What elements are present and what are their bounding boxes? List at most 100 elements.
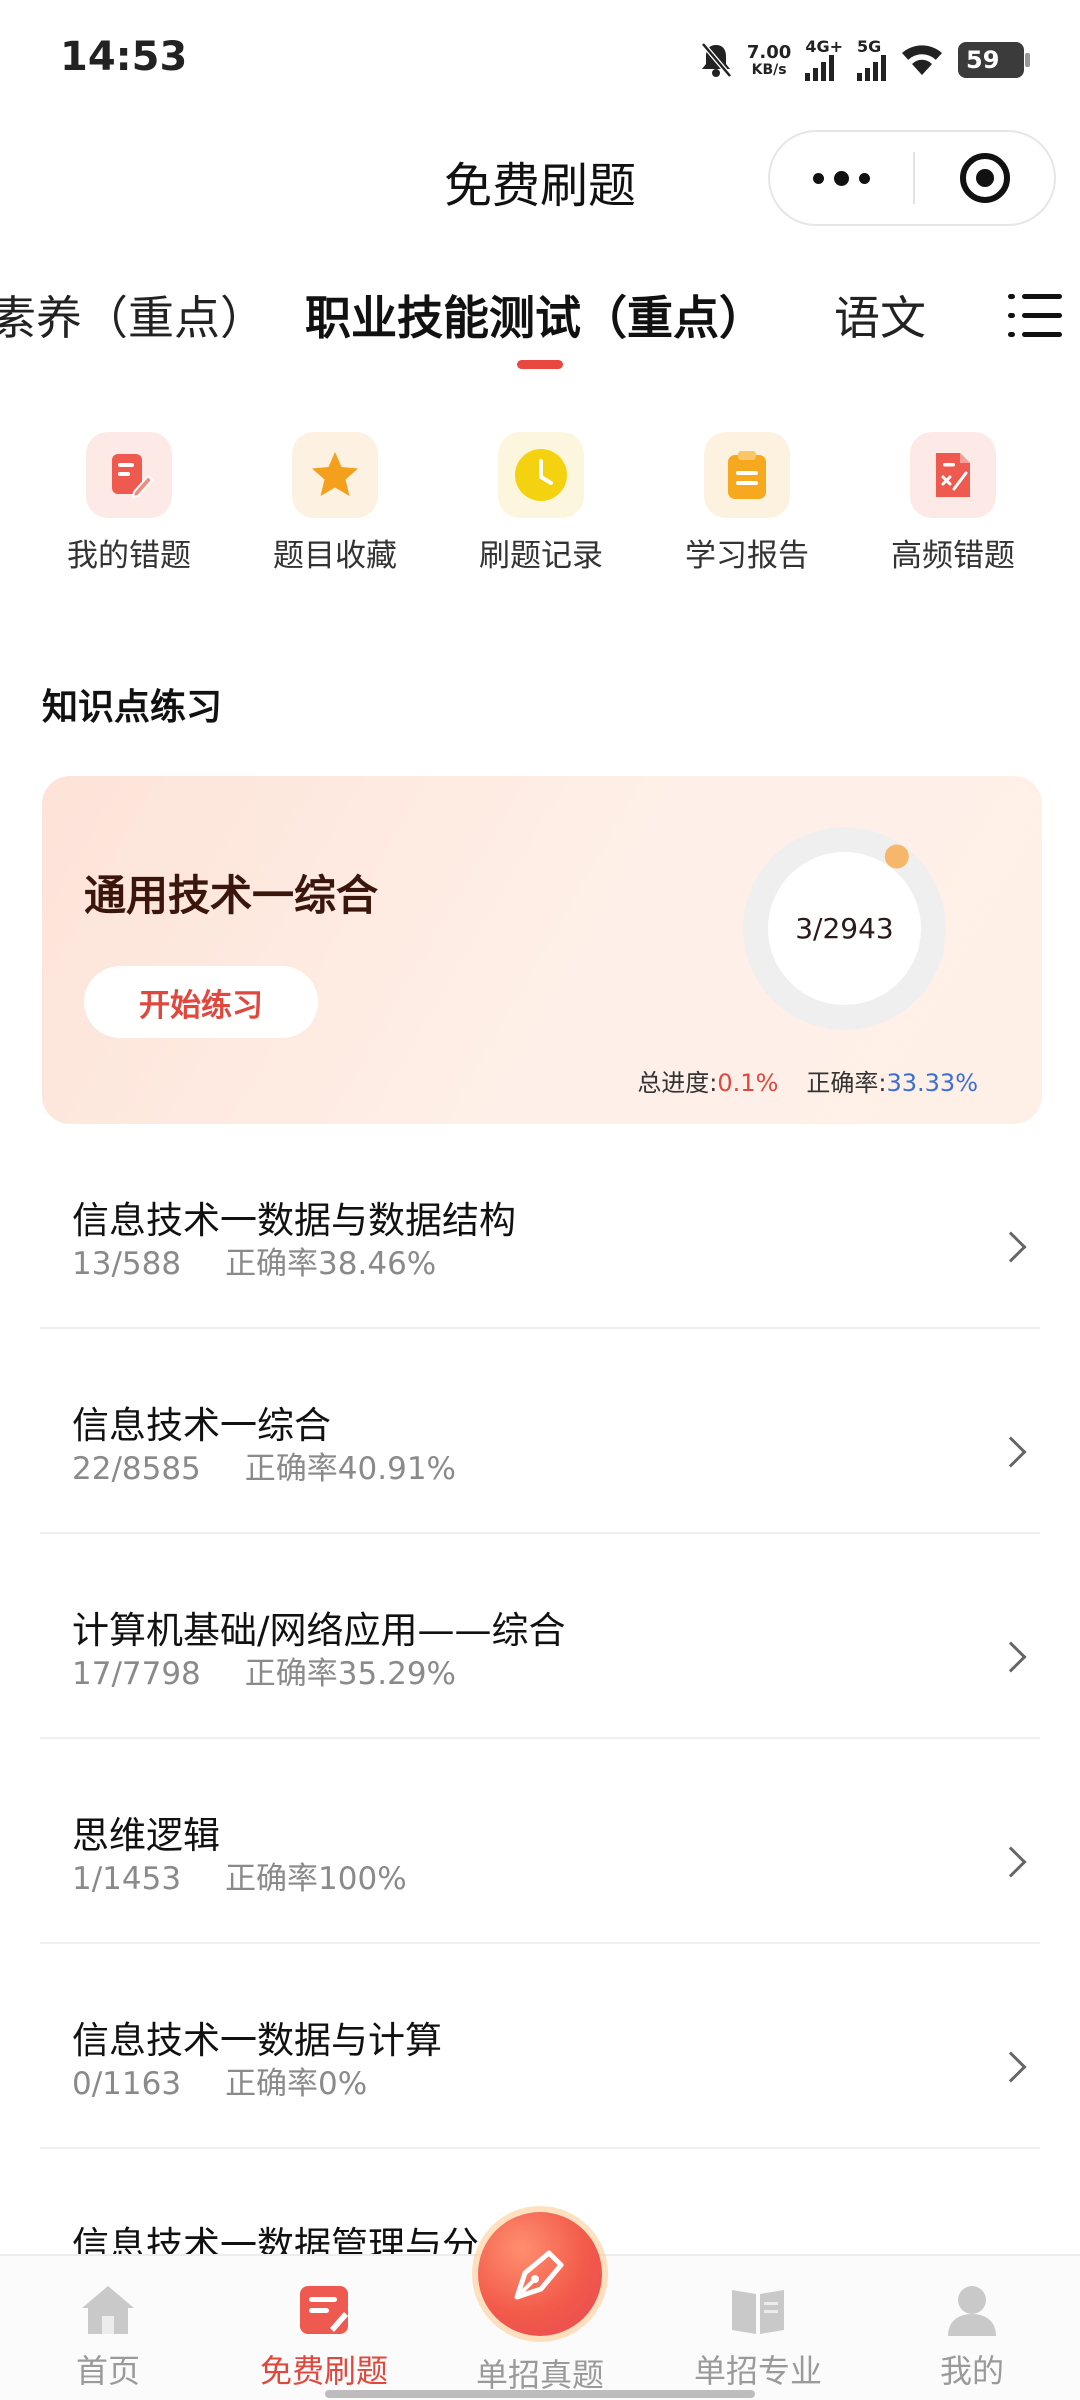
- featured-stats: 总进度:0.1% 正确率:33.33%: [637, 1063, 978, 1098]
- pen-icon: [514, 2250, 564, 2300]
- mini-program-capsule: [768, 130, 1056, 226]
- total-progress-value: 0.1%: [717, 1069, 779, 1097]
- shortcut-label: 学习报告: [685, 538, 809, 574]
- topic-title: 计算机基础/网络应用——综合: [72, 1609, 566, 1652]
- total-progress-label: 总进度:: [637, 1069, 718, 1097]
- section-title: 知识点练习: [42, 687, 223, 728]
- tabbar-label: 首页: [75, 2352, 140, 2390]
- tab-literacy[interactable]: 素养（重点）: [0, 282, 266, 348]
- topic-meta: 13/588 正确率38.46%: [72, 1238, 436, 1283]
- featured-topic-title: 通用技术一综合: [84, 871, 379, 920]
- home-indicator[interactable]: [325, 2390, 755, 2398]
- tabbar-item-free-practice[interactable]: 免费刷题: [224, 2256, 424, 2400]
- featured-topic-card[interactable]: 通用技术一综合 开始练习 3/2943 总进度:0.1% 正确率:33.33%: [42, 776, 1042, 1124]
- shortcut-high-frequency-errors[interactable]: 高频错题: [873, 432, 1033, 575]
- more-dot-icon: [834, 170, 849, 186]
- chevron-right-icon: [995, 1641, 1027, 1673]
- topic-count: 1/1453: [72, 1861, 182, 1897]
- accuracy-label: 正确率:: [806, 1069, 887, 1097]
- topic-count: 22/8585: [72, 1451, 201, 1487]
- topic-title: 信息技术一数据与计算: [72, 2019, 442, 2062]
- signal-4g-icon: 4G+: [805, 39, 843, 81]
- wifi-icon: [902, 45, 942, 75]
- battery-level: 59: [966, 46, 1000, 74]
- signal-5g-label: 5G: [857, 37, 882, 56]
- topic-meta: 0/1163 正确率0%: [72, 2058, 367, 2103]
- more-dot-icon: [859, 172, 870, 184]
- chevron-right-icon: [995, 2051, 1027, 2083]
- start-practice-button[interactable]: 开始练习: [84, 966, 318, 1038]
- shortcut-wrong-questions[interactable]: 我的错题: [49, 432, 209, 575]
- home-icon: [82, 2286, 134, 2334]
- topic-meta: 1/1453 正确率100%: [72, 1853, 407, 1898]
- chevron-right-icon: [995, 1846, 1027, 1878]
- tabbar-item-home[interactable]: 首页: [8, 2256, 208, 2400]
- network-speed: 7.00 KB/s: [746, 42, 792, 78]
- clipboard-icon: [704, 432, 790, 518]
- list-item[interactable]: 思维逻辑 1/1453 正确率100%: [40, 1739, 1040, 1944]
- more-dot-icon: [813, 172, 824, 184]
- more-button[interactable]: [770, 132, 913, 224]
- star-icon: [292, 432, 378, 518]
- list-item[interactable]: 信息技术一数据与数据结构 13/588 正确率38.46%: [40, 1124, 1040, 1329]
- tabbar-label: 单招专业: [693, 2352, 822, 2390]
- tabbar-item-majors[interactable]: 单招专业: [658, 2256, 858, 2400]
- practice-icon: [300, 2286, 348, 2334]
- book-icon: [732, 2290, 784, 2334]
- status-time: 14:53: [60, 34, 188, 80]
- chevron-right-icon: [995, 1436, 1027, 1468]
- chevron-right-icon: [995, 1231, 1027, 1263]
- shortcut-practice-history[interactable]: 刷题记录: [461, 432, 621, 575]
- topic-meta: 17/7798 正确率35.29%: [72, 1648, 456, 1693]
- high-frequency-errors-icon: [910, 432, 996, 518]
- network-speed-unit: KB/s: [751, 62, 787, 78]
- network-speed-value: 7.00: [746, 42, 792, 63]
- wrong-questions-icon: [86, 432, 172, 518]
- category-menu-button[interactable]: [990, 276, 1080, 356]
- topic-count: 13/588: [72, 1246, 182, 1282]
- close-button[interactable]: [915, 132, 1054, 224]
- topic-title: 思维逻辑: [72, 1814, 220, 1857]
- accuracy-value: 33.33%: [886, 1069, 978, 1097]
- shortcut-favorites[interactable]: 题目收藏: [255, 432, 415, 575]
- active-tab-indicator: [517, 360, 563, 369]
- tabbar-label: 我的: [939, 2352, 1004, 2390]
- status-icons: 7.00 KB/s 4G+ 5G 59: [699, 34, 1030, 86]
- topic-accuracy: 正确率40.91%: [244, 1451, 456, 1487]
- shortcut-label: 高频错题: [891, 538, 1015, 574]
- shortcut-label: 题目收藏: [273, 538, 397, 574]
- topic-accuracy: 正确率0%: [225, 2066, 368, 2102]
- shortcut-label: 我的错题: [67, 538, 191, 574]
- topic-title: 信息技术一综合: [72, 1404, 331, 1447]
- list-menu-icon: [1008, 292, 1062, 340]
- topic-meta: 22/8585 正确率40.91%: [72, 1443, 456, 1488]
- battery-icon: 59: [958, 42, 1030, 78]
- center-exam-button[interactable]: [478, 2212, 602, 2336]
- topic-accuracy: 正确率100%: [225, 1861, 407, 1897]
- tabbar-label: 免费刷题: [259, 2352, 388, 2390]
- topic-count: 0/1163: [72, 2066, 182, 2102]
- list-item[interactable]: 计算机基础/网络应用——综合 17/7798 正确率35.29%: [40, 1534, 1040, 1739]
- category-tabs: 素养（重点） 职业技能测试（重点） 语文: [0, 270, 1080, 380]
- clock-icon: [498, 432, 584, 518]
- shortcut-study-report[interactable]: 学习报告: [667, 432, 827, 575]
- signal-5g-icon: 5G: [857, 39, 886, 81]
- topic-accuracy: 正确率35.29%: [244, 1656, 456, 1692]
- topic-accuracy: 正确率38.46%: [225, 1246, 437, 1282]
- topic-list: 信息技术一数据与数据结构 13/588 正确率38.46% 信息技术一综合 22/…: [40, 1124, 1040, 2354]
- mute-bell-icon: [700, 42, 732, 78]
- target-close-icon: [959, 153, 1010, 203]
- shortcut-label: 刷题记录: [479, 538, 603, 574]
- tab-vocational-skills[interactable]: 职业技能测试（重点）: [305, 282, 765, 348]
- progress-count: 3/2943: [795, 912, 894, 945]
- topic-title: 信息技术一数据与数据结构: [72, 1199, 516, 1242]
- tab-chinese[interactable]: 语文: [834, 282, 926, 348]
- profile-icon: [948, 2286, 996, 2336]
- shortcut-grid: 我的错题 题目收藏 刷题记录 学习报告 高频错题: [0, 432, 1080, 582]
- signal-4g-label: 4G+: [805, 37, 843, 56]
- status-bar: 14:53 7.00 KB/s 4G+ 5G 59: [0, 0, 1080, 120]
- list-item[interactable]: 信息技术一综合 22/8585 正确率40.91%: [40, 1329, 1040, 1534]
- list-item[interactable]: 信息技术一数据与计算 0/1163 正确率0%: [40, 1944, 1040, 2149]
- tabbar-item-mine[interactable]: 我的: [872, 2256, 1072, 2400]
- topic-count: 17/7798: [72, 1656, 201, 1692]
